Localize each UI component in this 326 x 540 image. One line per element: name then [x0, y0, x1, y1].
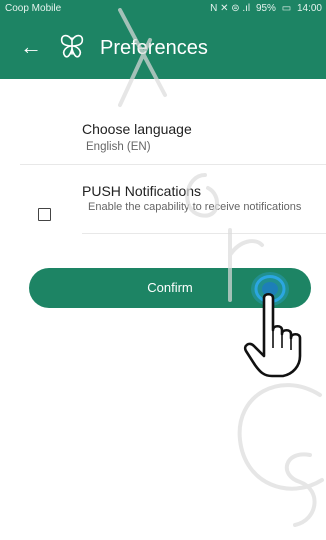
- battery-icon: ▭: [281, 3, 292, 14]
- push-notifications-checkbox[interactable]: [38, 208, 51, 221]
- clock: 14:00: [296, 3, 322, 14]
- battery-level: 95%: [255, 3, 276, 14]
- push-title: PUSH Notifications: [82, 183, 202, 199]
- butterfly-logo-icon: [60, 34, 84, 58]
- status-bar: Coop Mobile N ✕ ⊜ .ıl 95% ▭ 14:00: [0, 0, 326, 17]
- signal-icons: N ✕ ⊜ .ıl: [210, 3, 251, 14]
- divider: [82, 233, 326, 234]
- carrier-name: Coop Mobile: [5, 3, 62, 14]
- page-title: Preferences: [100, 37, 208, 59]
- back-arrow-icon[interactable]: ←: [20, 33, 46, 61]
- language-value: English (EN): [86, 141, 151, 153]
- language-title: Choose language: [82, 121, 192, 137]
- push-description: Enable the capability to receive notific…: [88, 201, 302, 213]
- pointing-hand-icon: [243, 292, 302, 378]
- app-bar: ← Preferences: [0, 17, 326, 79]
- status-indicators: N ✕ ⊜ .ıl 95% ▭ 14:00: [207, 0, 322, 17]
- language-setting[interactable]: Choose language English (EN): [20, 110, 326, 165]
- push-notifications-setting: PUSH Notifications Enable the capability…: [20, 165, 326, 234]
